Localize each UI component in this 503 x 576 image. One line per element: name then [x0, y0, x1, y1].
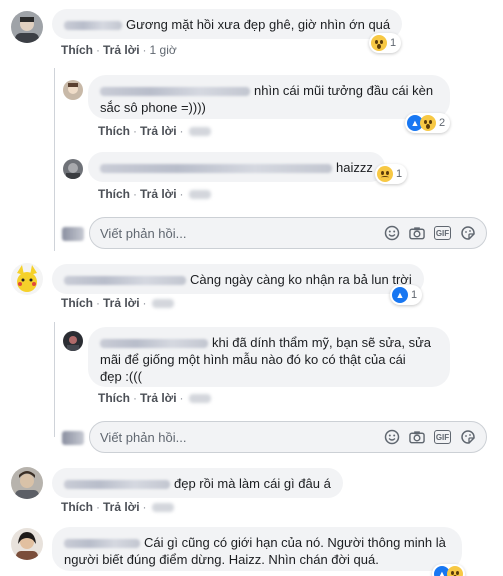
comment-text: sắc sô phone =)))) [100, 100, 206, 115]
comment-bubble: Càng ngày càng ko nhận ra bả lun trời [52, 264, 424, 294]
comment-text: nhìn cái mũi tưởng đầu cái kèn [254, 83, 434, 98]
reply-placeholder: Viết phản hồi... [100, 429, 187, 445]
like-link[interactable]: Thích [61, 500, 93, 514]
blurred-timestamp[interactable] [188, 127, 211, 137]
timestamp[interactable]: 1 giờ [150, 43, 177, 57]
reaction-count: 1 [411, 289, 418, 301]
sad-icon [377, 166, 393, 182]
comment-text: đẹp rồi mà làm cái gì đâu á [174, 476, 331, 491]
like-icon: ▲ [392, 287, 408, 303]
gif-icon[interactable]: GIF [434, 226, 451, 240]
reaction-count: 1 [396, 168, 403, 180]
blurred-author-name[interactable] [64, 539, 140, 549]
like-link[interactable]: Thích [98, 187, 130, 201]
sticker-icon[interactable] [460, 429, 476, 445]
reaction-count: 2 [439, 117, 446, 129]
comment-actions: Thích · Trả lời · [61, 500, 174, 514]
like-link[interactable]: Thích [61, 296, 93, 310]
thread-line [54, 68, 55, 251]
emoji-icon[interactable] [384, 225, 400, 241]
blurred-timestamp[interactable] [188, 190, 211, 200]
avatar[interactable] [63, 80, 83, 100]
blurred-author-name[interactable] [64, 21, 122, 31]
reply-link[interactable]: Trả lời [140, 124, 177, 138]
reply-input[interactable]: Viết phản hồi... GIF [89, 421, 487, 453]
reaction-summary[interactable]: 1 [369, 33, 402, 53]
comment-bubble: Gương mặt hồi xưa đẹp ghê, giờ nhìn ớn q… [52, 9, 403, 39]
blurred-timestamp[interactable] [151, 299, 174, 309]
blurred-author-name[interactable] [64, 480, 170, 490]
comment-actions: Thích · Trả lời · [98, 187, 211, 201]
like-link[interactable]: Thích [98, 391, 130, 405]
comment-bubble: Cái gì cũng có giới hạn của nó. Người th… [52, 527, 462, 571]
reply-link[interactable]: Trả lời [140, 187, 177, 201]
comment-actions: Thích · Trả lời · [61, 296, 174, 310]
reaction-summary[interactable]: 1 [375, 164, 408, 184]
reply-link[interactable]: Trả lời [103, 43, 140, 57]
user-avatar [62, 227, 84, 241]
camera-icon[interactable] [409, 429, 425, 445]
comment-bubble: nhìn cái mũi tưởng đầu cái kèn sắc sô ph… [88, 75, 450, 119]
blurred-author-name[interactable] [64, 276, 186, 286]
comment-actions: Thích · Trả lời · [98, 391, 211, 405]
avatar[interactable] [63, 159, 83, 179]
blurred-author-name[interactable] [100, 164, 332, 174]
reply-link[interactable]: Trả lời [140, 391, 177, 405]
blurred-author-name[interactable] [100, 339, 208, 349]
wow-icon [420, 115, 436, 131]
avatar[interactable] [11, 11, 43, 43]
wow-icon [447, 566, 463, 576]
comment-text: Càng ngày càng ko nhận ra bả lun trời [190, 272, 412, 287]
like-link[interactable]: Thích [61, 43, 93, 57]
blurred-author-name[interactable] [100, 87, 250, 97]
blurred-timestamp[interactable] [151, 503, 174, 513]
reply-link[interactable]: Trả lời [103, 500, 140, 514]
comment-bubble: khi đã dính thẩm mỹ, bạn sẽ sửa, sửa mãi… [88, 327, 450, 387]
emoji-icon[interactable] [384, 429, 400, 445]
comment-text: mãi để giống một hình mẫu nào đó ko có t… [100, 352, 406, 367]
camera-icon[interactable] [409, 225, 425, 241]
comment-text: người biết đúng điểm dừng. Haizz. Nhìn c… [64, 552, 379, 567]
reply-link[interactable]: Trả lời [103, 296, 140, 310]
like-link[interactable]: Thích [98, 124, 130, 138]
comment-text: haizzz [336, 160, 373, 175]
user-avatar [62, 431, 84, 445]
comment-bubble: haizzz [88, 152, 385, 182]
comment-actions: Thích · Trả lời · [98, 124, 211, 138]
reaction-summary[interactable]: ▲ [432, 564, 465, 576]
avatar[interactable] [63, 331, 83, 351]
blurred-timestamp[interactable] [188, 394, 211, 404]
sticker-icon[interactable] [460, 225, 476, 241]
avatar[interactable] [11, 467, 43, 499]
wow-icon [371, 35, 387, 51]
comment-text: khi đã dính thẩm mỹ, bạn sẽ sửa, sửa [212, 335, 432, 350]
thread-line [54, 322, 55, 437]
reaction-count: 1 [390, 37, 397, 49]
reply-placeholder: Viết phản hồi... [100, 225, 187, 241]
comment-bubble: đẹp rồi mà làm cái gì đâu á [52, 468, 343, 498]
reaction-summary[interactable]: ▲ 1 [390, 285, 423, 305]
comment-text: Gương mặt hồi xưa đẹp ghê, giờ nhìn ớn q… [126, 17, 391, 32]
comment-text: Cái gì cũng có giới hạn của nó. Người th… [144, 535, 446, 550]
avatar[interactable] [11, 528, 43, 560]
gif-icon[interactable]: GIF [434, 430, 451, 444]
reaction-summary[interactable]: ▲ 2 [405, 113, 451, 133]
reply-input[interactable]: Viết phản hồi... GIF [89, 217, 487, 249]
comment-actions: Thích · Trả lời · 1 giờ [61, 43, 177, 57]
avatar[interactable] [11, 263, 43, 295]
comment-text: đẹp :((( [100, 369, 142, 384]
